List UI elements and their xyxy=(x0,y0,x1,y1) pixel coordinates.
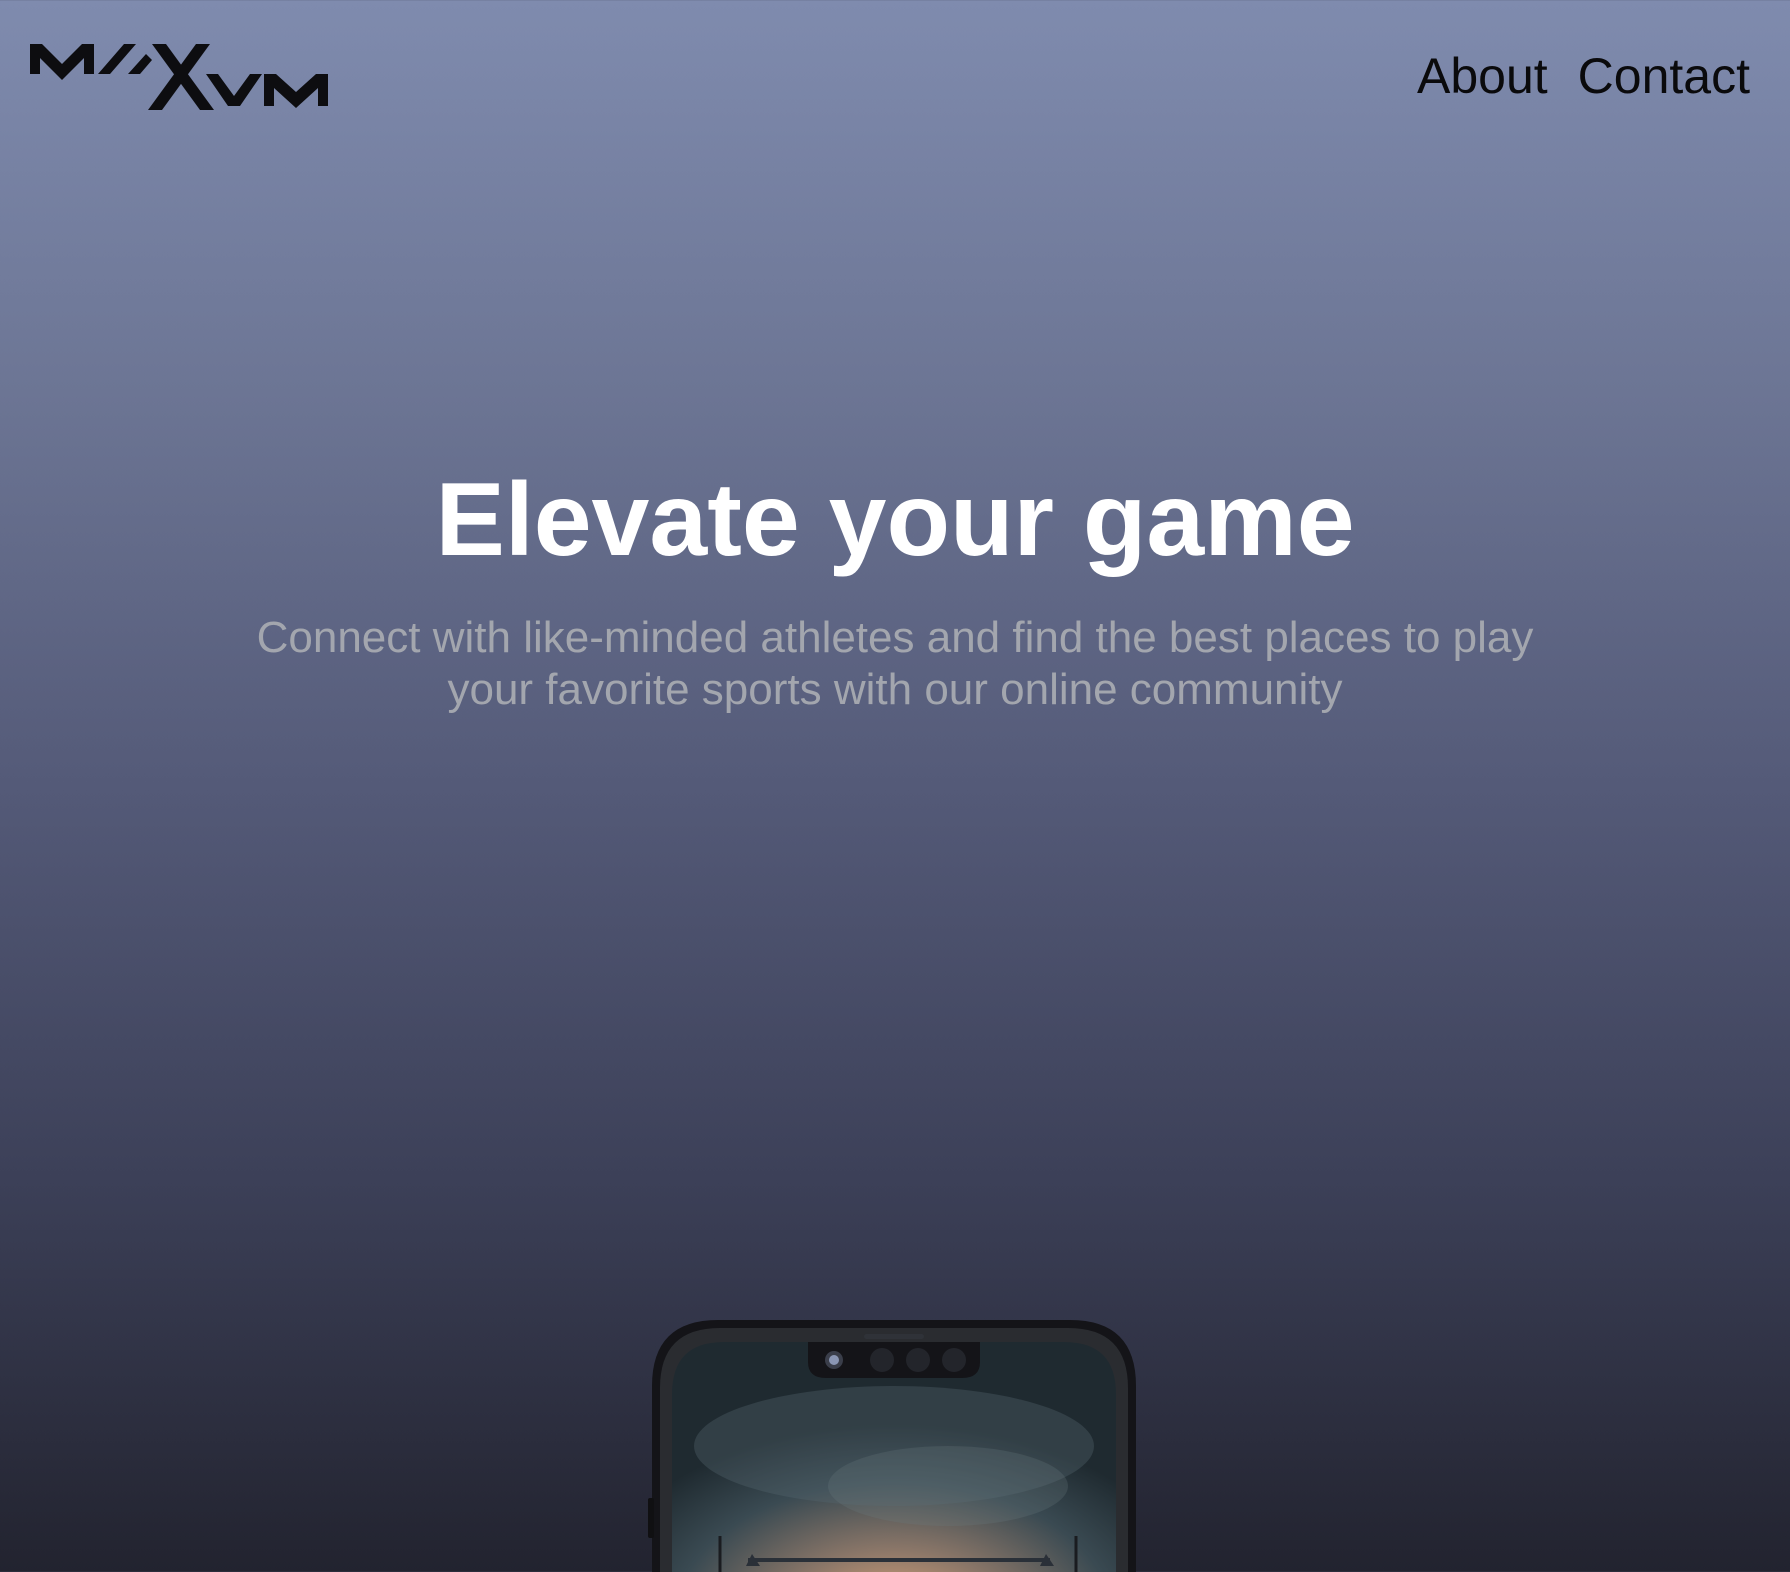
logo-mark xyxy=(30,44,328,110)
phone-illustration xyxy=(648,1320,1136,1572)
phone-mockup-icon xyxy=(648,1316,1140,1572)
nav-link-about[interactable]: About xyxy=(1417,48,1548,104)
hero-subtitle: Connect with like-minded athletes and fi… xyxy=(256,613,1534,714)
nav-link-contact[interactable]: Contact xyxy=(1578,48,1750,104)
hero-title: Elevate your game xyxy=(435,462,1355,578)
maxvm-logo-icon[interactable] xyxy=(28,40,338,115)
main-nav: About Contact xyxy=(1417,48,1750,104)
